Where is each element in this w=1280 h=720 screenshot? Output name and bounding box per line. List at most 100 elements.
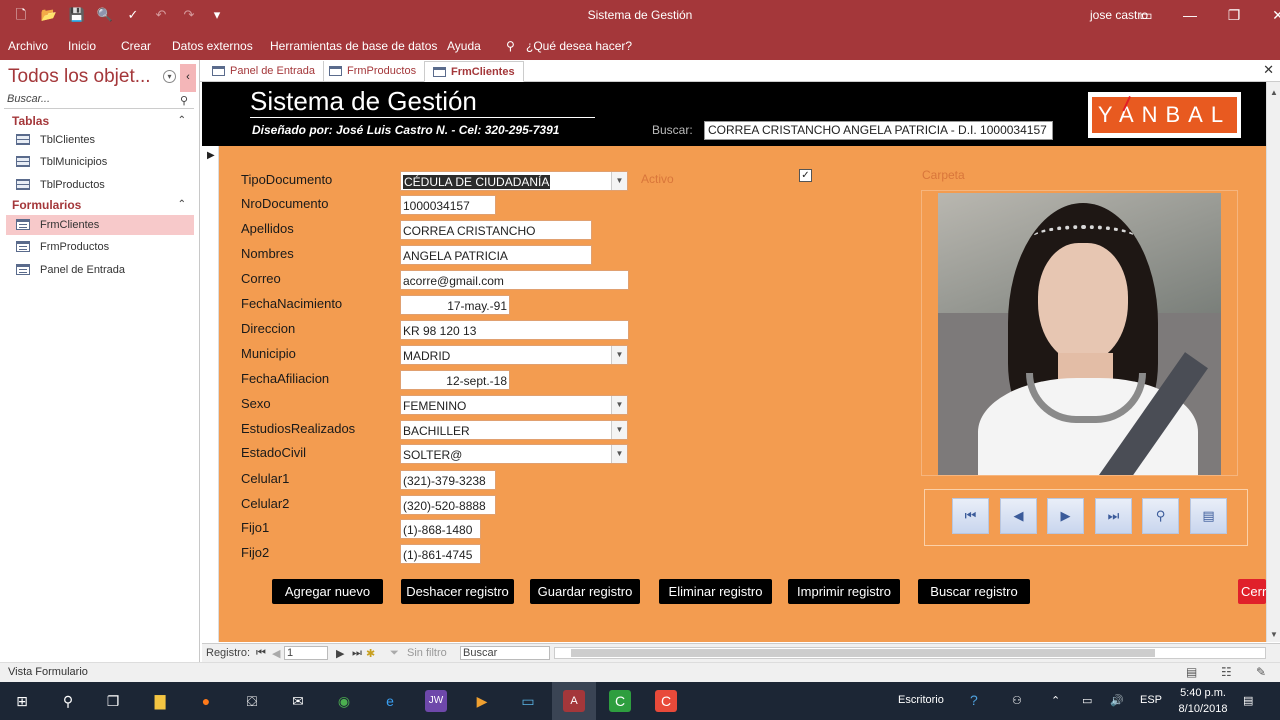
celular2-field[interactable]: (320)-520-8888: [400, 495, 496, 515]
fijo2-field[interactable]: (1)-861-4745: [400, 544, 481, 564]
collapse-pane-icon[interactable]: ‹: [180, 64, 196, 92]
previous-record-icon[interactable]: ◀: [272, 647, 280, 660]
ribbon-options-icon[interactable]: ▭: [1124, 4, 1168, 26]
municipio-combo[interactable]: MADRID ▼: [400, 345, 628, 365]
windows-start-icon[interactable]: ⊞: [11, 690, 33, 712]
sexo-combo[interactable]: FEMENINO ▼: [400, 395, 628, 415]
first-record-icon[interactable]: ⏮: [256, 647, 266, 660]
close-form-button[interactable]: Cerr: [1238, 579, 1266, 604]
new-record-icon[interactable]: ✱: [366, 647, 375, 660]
save-record-button[interactable]: Guardar registro: [530, 579, 640, 604]
chevron-down-icon[interactable]: ▼: [611, 346, 627, 364]
volume-icon[interactable]: 🔊: [1110, 694, 1124, 707]
nav-item-tblproductos[interactable]: TblProductos: [6, 175, 194, 195]
print-record-button[interactable]: Imprimir registro: [788, 579, 900, 604]
add-new-button[interactable]: Agregar nuevo: [272, 579, 383, 604]
edge-icon[interactable]: e: [379, 690, 401, 712]
minimize-icon[interactable]: —: [1168, 4, 1212, 26]
layout-view-icon[interactable]: ✎: [1256, 665, 1266, 679]
tab-herramientas[interactable]: Herramientas de base de datos: [270, 39, 437, 53]
next-record-icon[interactable]: ▶: [336, 647, 344, 660]
fechaafiliacion-field[interactable]: 12-sept.-18: [400, 370, 510, 390]
tab-crear[interactable]: Crear: [121, 39, 151, 53]
record-search-input[interactable]: Buscar: [460, 646, 550, 660]
nav-item-panel-entrada[interactable]: Panel de Entrada: [6, 260, 194, 280]
tell-me-box[interactable]: ¿Qué desea hacer?: [526, 39, 632, 53]
direccion-field[interactable]: KR 98 120 13: [400, 320, 629, 340]
language-indicator[interactable]: ESP: [1140, 694, 1162, 706]
next-record-icon[interactable]: ▶: [1047, 498, 1084, 534]
fechanacimiento-field[interactable]: 17-may.-91: [400, 295, 510, 315]
activo-checkbox[interactable]: ✓: [799, 169, 812, 182]
search-icon[interactable]: ⚲: [506, 39, 515, 53]
firefox-icon[interactable]: ●: [195, 690, 217, 712]
nrodocumento-field[interactable]: 1000034157: [400, 195, 496, 215]
chevron-down-icon[interactable]: ▼: [611, 172, 627, 190]
delete-record-button[interactable]: Eliminar registro: [659, 579, 772, 604]
tab-datos-externos[interactable]: Datos externos: [172, 39, 253, 53]
chevron-down-icon[interactable]: ▾: [163, 70, 176, 83]
mail-icon[interactable]: ✉: [287, 690, 309, 712]
store-icon[interactable]: ⛋: [241, 690, 263, 712]
jw-icon[interactable]: JW: [425, 690, 447, 712]
first-record-icon[interactable]: ⏮: [952, 498, 989, 534]
search-icon[interactable]: ⚲: [180, 94, 188, 107]
search-icon[interactable]: ⚲: [57, 690, 79, 712]
tab-inicio[interactable]: Inicio: [68, 39, 96, 53]
nav-item-frmproductos[interactable]: FrmProductos: [6, 237, 194, 257]
scroll-thumb[interactable]: [571, 649, 1155, 657]
undo-record-button[interactable]: Deshacer registro: [401, 579, 514, 604]
chevron-down-icon[interactable]: ▼: [611, 445, 627, 463]
client-photo[interactable]: [938, 193, 1221, 475]
nav-group-tablas[interactable]: Tablas ⌃: [0, 112, 198, 130]
doc-tab-frmclientes[interactable]: FrmClientes: [424, 61, 524, 82]
filter-status[interactable]: Sin filtro: [407, 647, 447, 659]
restore-icon[interactable]: ❐: [1212, 4, 1256, 26]
camtasia-icon[interactable]: C: [609, 690, 631, 712]
chevron-up-icon[interactable]: ⌃: [1051, 694, 1060, 707]
clock[interactable]: 5:40 p.m. 8/10/2018: [1168, 685, 1238, 717]
nav-item-frmclientes[interactable]: FrmClientes: [6, 215, 194, 235]
last-record-icon[interactable]: ⏭: [1095, 498, 1132, 534]
nav-item-tblclientes[interactable]: TblClientes: [6, 130, 194, 150]
desktop-toolbar[interactable]: Escritorio: [898, 694, 944, 706]
doc-tab-panel-entrada[interactable]: Panel de Entrada: [204, 61, 325, 82]
access-icon[interactable]: A: [563, 690, 585, 712]
celular1-field[interactable]: (321)-379-3238: [400, 470, 496, 490]
find-icon[interactable]: ⚲: [1142, 498, 1179, 534]
media-player-icon[interactable]: ▶: [471, 690, 493, 712]
fijo1-field[interactable]: (1)-868-1480: [400, 519, 481, 539]
network-tray-icon[interactable]: ▭: [1082, 694, 1092, 707]
horizontal-scrollbar[interactable]: [554, 647, 1266, 659]
close-icon[interactable]: ✕: [1256, 4, 1280, 26]
scroll-down-icon[interactable]: ▼: [1270, 630, 1278, 639]
nombres-field[interactable]: ANGELA PATRICIA: [400, 245, 592, 265]
apellidos-field[interactable]: CORREA CRISTANCHO: [400, 220, 592, 240]
recorder-icon[interactable]: C: [655, 690, 677, 712]
scroll-up-icon[interactable]: ▲: [1270, 88, 1278, 97]
datasheet-view-icon[interactable]: ☷: [1221, 665, 1232, 679]
chrome-icon[interactable]: ◉: [333, 690, 355, 712]
nav-pane-title[interactable]: Todos los objet...: [8, 66, 151, 88]
search-combo[interactable]: CORREA CRISTANCHO ANGELA PATRICIA - D.I.…: [704, 121, 1053, 140]
help-icon[interactable]: ?: [970, 692, 978, 708]
search-record-button[interactable]: Buscar registro: [918, 579, 1030, 604]
nav-search-input[interactable]: Buscar...: [4, 93, 194, 109]
tab-archivo[interactable]: Archivo: [8, 39, 48, 53]
form-view-icon[interactable]: ▤: [1186, 665, 1197, 679]
file-explorer-icon[interactable]: ▇: [149, 690, 171, 712]
vertical-scrollbar[interactable]: ▲ ▼: [1266, 82, 1280, 642]
notifications-icon[interactable]: ▤: [1243, 694, 1253, 707]
correo-field[interactable]: acorre@gmail.com: [400, 270, 629, 290]
network-icon[interactable]: ▭: [517, 690, 539, 712]
estadocivil-combo[interactable]: SOLTER@ ▼: [400, 444, 628, 464]
estudios-combo[interactable]: BACHILLER ▼: [400, 420, 628, 440]
previous-record-icon[interactable]: ◀: [1000, 498, 1037, 534]
nav-group-formularios[interactable]: Formularios ⌃: [0, 196, 198, 214]
print-icon[interactable]: ▤: [1190, 498, 1227, 534]
doc-tab-frmproductos[interactable]: FrmProductos: [321, 61, 426, 82]
record-selector[interactable]: ▶: [202, 146, 219, 642]
tab-ayuda[interactable]: Ayuda: [447, 39, 481, 53]
people-icon[interactable]: ⚇: [1012, 694, 1022, 707]
current-record-field[interactable]: 1: [284, 646, 328, 660]
